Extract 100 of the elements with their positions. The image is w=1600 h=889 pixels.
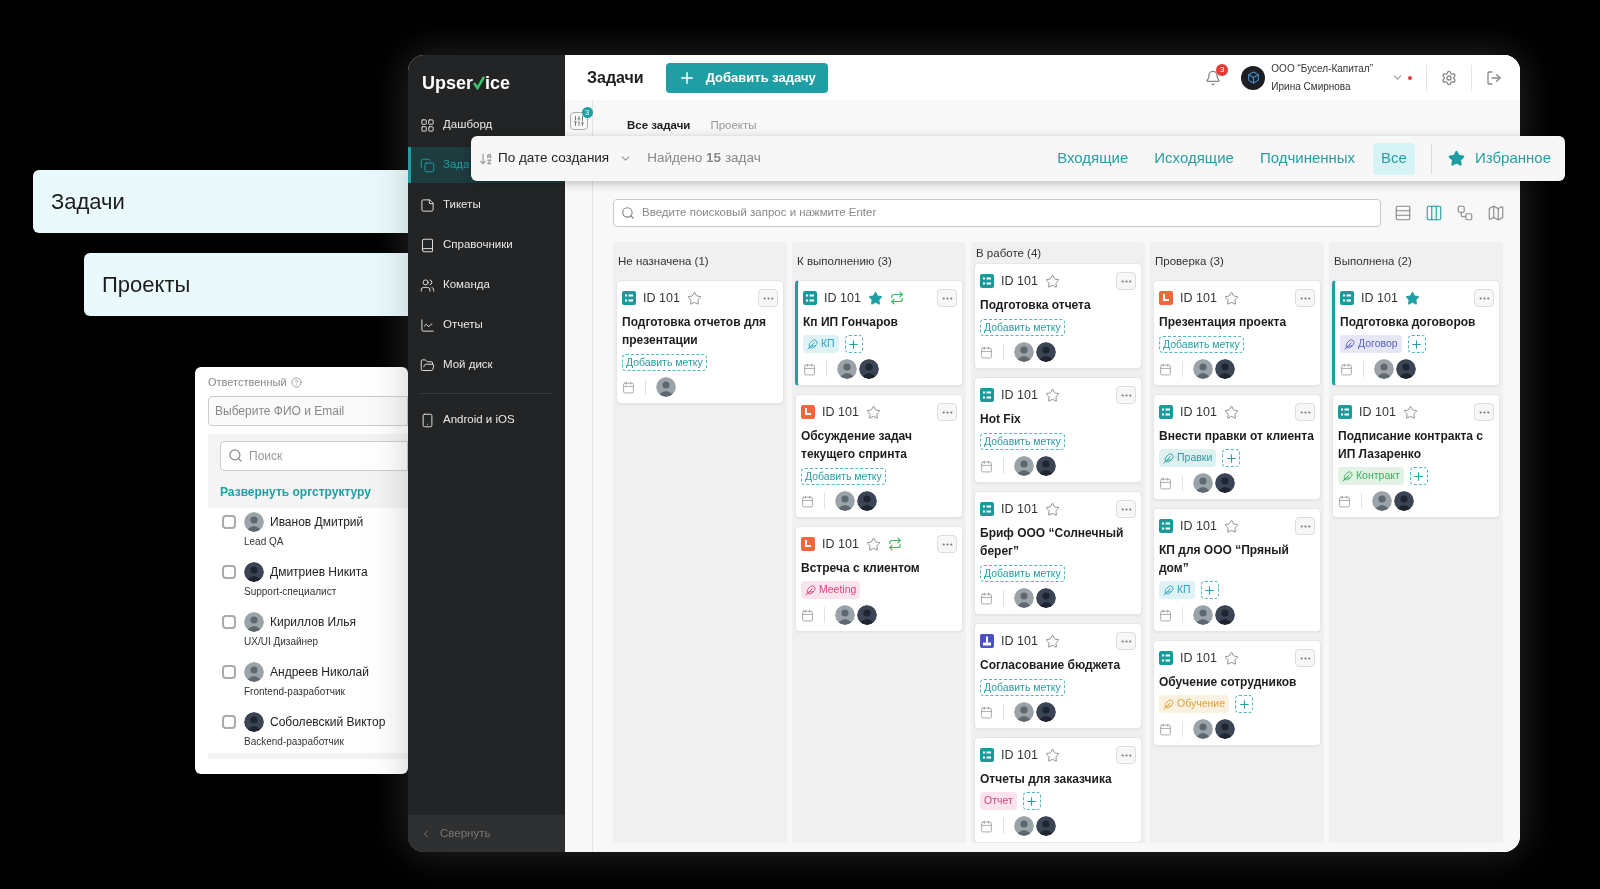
star-icon[interactable] (1402, 404, 1418, 420)
star-icon[interactable] (1223, 650, 1239, 666)
star-icon[interactable] (865, 536, 881, 552)
sidebar-item[interactable]: Справочники (408, 234, 565, 256)
add-tag-button[interactable] (1235, 695, 1253, 713)
checkbox[interactable] (222, 714, 236, 729)
more-button[interactable] (1116, 386, 1136, 404)
more-button[interactable] (1116, 272, 1136, 290)
assignee-select[interactable]: Выберите ФИО и Email (208, 395, 408, 426)
settings-icon[interactable] (1441, 69, 1457, 86)
calendar-icon (1159, 362, 1172, 376)
plus-icon (1025, 794, 1039, 808)
feather-icon (805, 584, 816, 596)
company-name: ООО “Бусел-Капитал” (1271, 62, 1373, 76)
task-card[interactable]: ID 101 Подписание контракта с ИП Лазаренко Контракт (1332, 394, 1500, 518)
checkbox[interactable] (222, 514, 236, 529)
star-icon[interactable] (1044, 501, 1060, 517)
star-icon[interactable] (1223, 518, 1239, 534)
company-avatar[interactable] (1241, 65, 1266, 90)
sliders-icon (572, 115, 585, 127)
person-name: Иванов Дмитрий (270, 513, 364, 531)
user-name: Ирина Смирнова (1271, 80, 1352, 94)
star-icon[interactable] (686, 290, 702, 306)
more-button[interactable] (1116, 632, 1136, 650)
star-icon[interactable] (1044, 273, 1060, 289)
task-card[interactable]: ID 101 Подготовка отчета Добавить метку (974, 263, 1142, 369)
star-icon[interactable] (1223, 290, 1239, 306)
calendar-icon (622, 380, 635, 394)
more-button[interactable] (937, 535, 957, 553)
task-id: ID 101 (1001, 632, 1038, 650)
task-card[interactable]: ID 101 Кп ИП Гончаров КП (795, 280, 963, 386)
map-icon[interactable] (1487, 204, 1505, 222)
more-button[interactable] (1295, 403, 1315, 421)
more-button[interactable] (937, 403, 957, 421)
checkbox[interactable] (222, 614, 236, 629)
list-icon (622, 291, 636, 305)
note-icon (420, 197, 435, 213)
more-button[interactable] (758, 289, 778, 307)
add-tag-button[interactable] (1200, 581, 1219, 599)
more-button[interactable] (1295, 289, 1315, 307)
more-button[interactable] (937, 289, 957, 307)
task-card[interactable]: ID 101 Подготовка отчетов для презентации Добавить метку (616, 280, 784, 404)
person-role: Support-специалист (244, 584, 338, 599)
search-icon (228, 448, 243, 463)
sidebar-item[interactable]: Android и iOS (408, 409, 565, 431)
task-card[interactable]: ID 101 Отчеты для заказчика Отчет (974, 737, 1142, 843)
task-card[interactable]: ID 101 Презентация проекта Добавить метку (1153, 280, 1321, 386)
star-icon[interactable] (867, 290, 883, 306)
chart-icon (420, 317, 435, 333)
notification-badge: 3 (1216, 63, 1229, 76)
more-button[interactable] (1116, 500, 1136, 518)
task-card[interactable]: ID 101 Согласование бюджета Добавить метку (974, 623, 1142, 729)
person-role: Lead QA (244, 534, 285, 549)
add-tag-button[interactable] (1222, 449, 1241, 467)
logout-icon[interactable] (1486, 69, 1502, 86)
checkbox[interactable] (222, 664, 236, 679)
feather-icon (1344, 338, 1355, 350)
feather-icon (1342, 470, 1353, 482)
more-button[interactable] (1474, 289, 1494, 307)
search-field[interactable]: Введите поисковый запрос и нажмите Enter (613, 199, 1381, 227)
sort-dropdown[interactable]: По дате создания (498, 148, 633, 169)
task-card[interactable]: ID 101 КП для ООО “Пряный дом” КП (1153, 508, 1321, 632)
tag: Правки (1159, 449, 1217, 467)
board-view-icon[interactable] (1425, 204, 1443, 222)
checkbox[interactable] (222, 564, 236, 579)
task-card[interactable]: ID 101 Внести правки от клиента Правки (1153, 394, 1321, 500)
more-button[interactable] (1295, 649, 1315, 667)
task-id: ID 101 (1180, 289, 1217, 307)
star-icon[interactable] (1044, 387, 1060, 403)
task-card[interactable]: ID 101 Hot Fix Добавить метку (974, 377, 1142, 483)
add-tag-button[interactable] (1409, 467, 1428, 485)
flow-icon[interactable] (1456, 204, 1474, 222)
star-icon[interactable] (1044, 747, 1060, 763)
list-icon (980, 274, 994, 288)
add-tag-button[interactable] (1407, 335, 1426, 353)
add-tag-button[interactable] (1022, 792, 1041, 810)
task-card[interactable]: ID 101 Обсуждение задач текущего спринта Добавить метку (795, 394, 963, 518)
list-icon (803, 291, 817, 305)
sidebar-item[interactable]: Отчеты (408, 314, 565, 336)
add-tag-button[interactable] (844, 335, 863, 353)
task-card[interactable]: ID 101 Обучение сотрудников Обучение (1153, 640, 1321, 746)
star-icon[interactable] (1044, 633, 1060, 649)
task-card[interactable]: ID 101 Бриф ООО “Солнечный берег” Добавить метку (974, 491, 1142, 615)
task-card[interactable]: ID 101 Подготовка договоров Договор (1332, 280, 1500, 386)
star-icon[interactable] (865, 404, 881, 420)
sidebar-item[interactable]: Дашборд (408, 114, 565, 136)
task-card[interactable]: ID 101 Встреча с клиентом Meeting (795, 526, 963, 632)
bell-icon[interactable] (1205, 69, 1222, 86)
sidebar-item[interactable]: Мой диск (408, 354, 565, 376)
star-icon[interactable] (1223, 404, 1239, 420)
task-id: ID 101 (1001, 272, 1038, 290)
more-button[interactable] (1116, 746, 1136, 764)
tag: Meeting (801, 581, 861, 599)
more-button[interactable] (1295, 517, 1315, 535)
task-id: ID 101 (1180, 649, 1217, 667)
more-button[interactable] (1474, 403, 1494, 421)
search-icon (621, 206, 635, 220)
tab[interactable]: Все задачи (627, 117, 691, 137)
list-view-icon[interactable] (1394, 204, 1412, 222)
star-icon[interactable] (1404, 290, 1420, 306)
